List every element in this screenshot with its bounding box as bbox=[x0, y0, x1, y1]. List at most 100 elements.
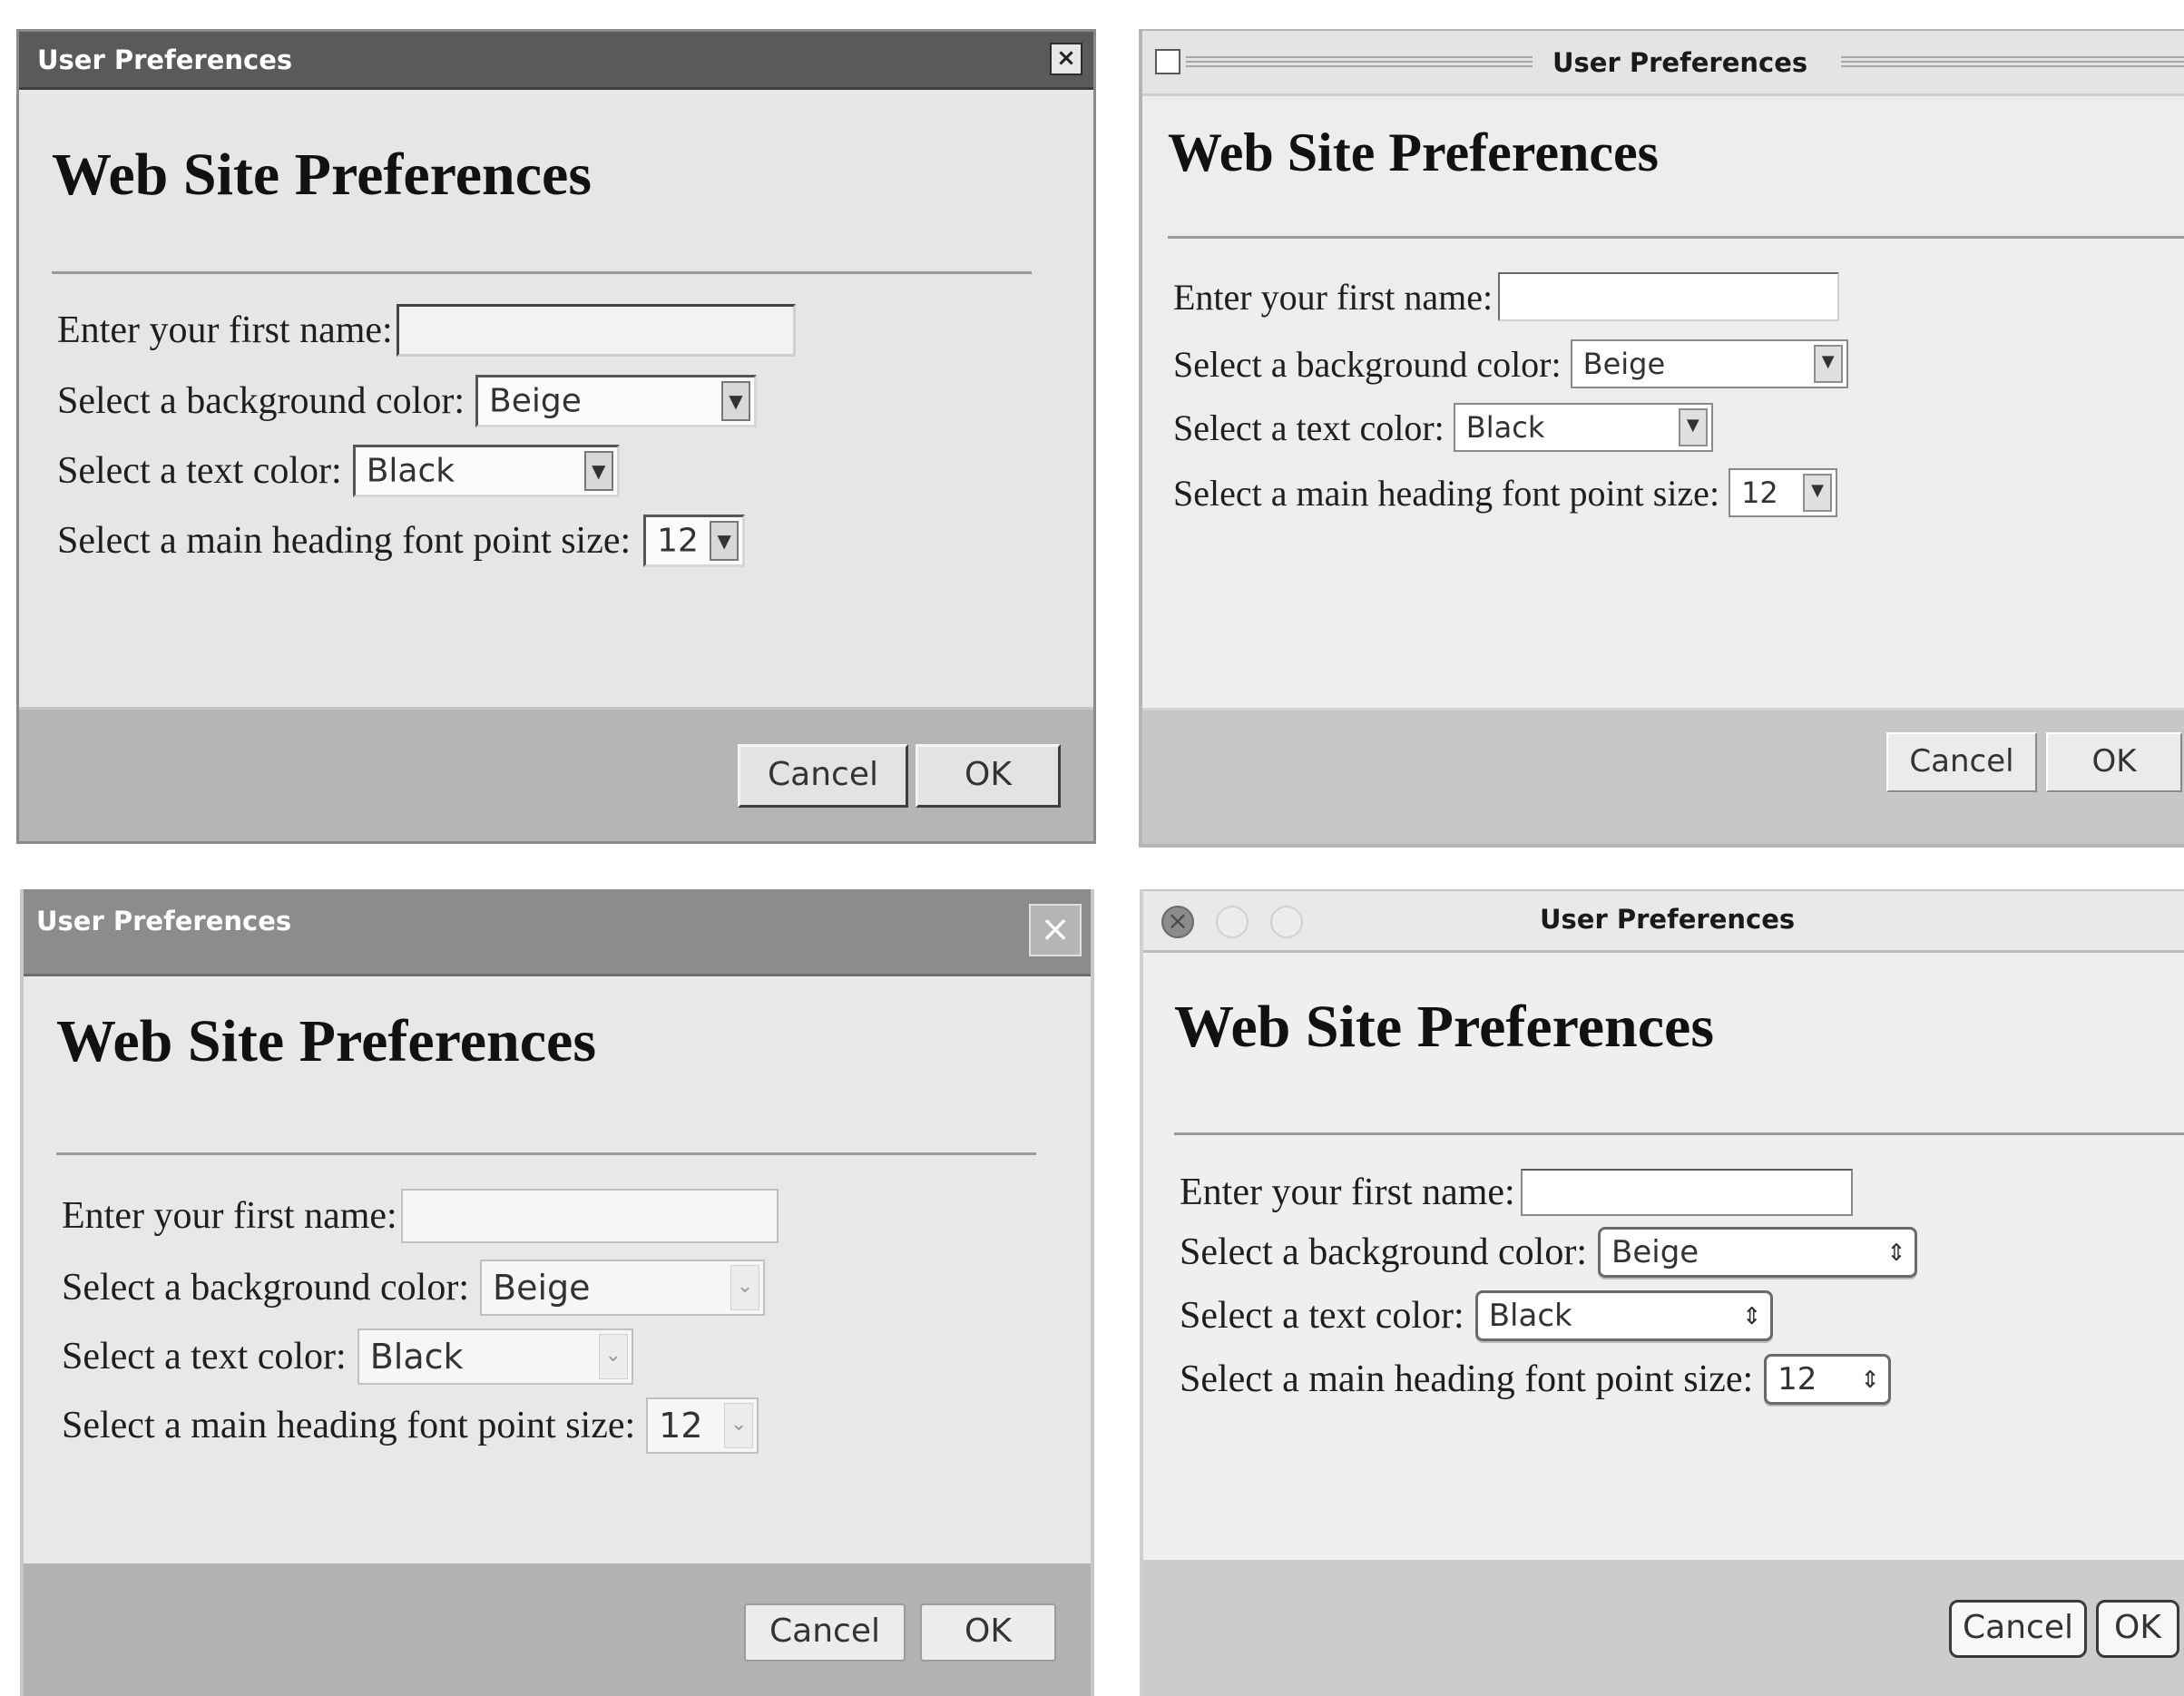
bg-color-row: Select a background color: Beige ⇕ bbox=[1180, 1227, 1917, 1278]
font-size-value: 12 bbox=[1741, 475, 1778, 510]
divider bbox=[52, 271, 1032, 274]
dropdown-arrow-icon[interactable]: ▼ bbox=[1813, 345, 1843, 383]
text-color-value: Black bbox=[1488, 1298, 1572, 1334]
text-color-label: Select a text color: bbox=[62, 1336, 347, 1377]
zoom-light-icon[interactable] bbox=[1270, 906, 1303, 938]
bg-color-row: Select a background color: Beige ⌄ bbox=[62, 1260, 765, 1316]
bg-color-label: Select a background color: bbox=[62, 1267, 469, 1309]
bg-color-select[interactable]: Beige ⌄ bbox=[480, 1260, 765, 1316]
text-color-row: Select a text color: Black ⇕ bbox=[1180, 1290, 1773, 1341]
ok-button[interactable]: OK bbox=[2096, 1600, 2179, 1658]
text-color-value: Black bbox=[369, 1337, 464, 1377]
bg-color-row: Select a background color: Beige ▼ bbox=[57, 375, 757, 427]
chevron-down-icon[interactable]: ⌄ bbox=[730, 1265, 759, 1310]
close-light-icon[interactable] bbox=[1161, 906, 1194, 938]
text-color-label: Select a text color: bbox=[1173, 407, 1445, 448]
font-size-label: Select a main heading font point size: bbox=[57, 520, 632, 562]
text-color-value: Black bbox=[366, 452, 455, 490]
window-title: User Preferences bbox=[36, 906, 292, 936]
dropdown-arrow-icon[interactable]: ▼ bbox=[710, 521, 739, 561]
dropdown-arrow-icon[interactable]: ▼ bbox=[583, 451, 613, 491]
divider bbox=[1168, 236, 2184, 239]
divider bbox=[1174, 1132, 2184, 1135]
bg-color-row: Select a background color: Beige ▼ bbox=[1173, 339, 1848, 388]
text-color-label: Select a text color: bbox=[57, 450, 342, 492]
font-size-select[interactable]: 12 ▼ bbox=[643, 515, 746, 567]
cancel-button[interactable]: Cancel bbox=[738, 744, 908, 808]
font-size-select[interactable]: 12 ⌄ bbox=[646, 1397, 759, 1454]
dropdown-arrow-icon[interactable]: ▼ bbox=[1803, 474, 1833, 512]
bg-color-label: Select a background color: bbox=[1173, 343, 1562, 385]
minimize-light-icon[interactable] bbox=[1216, 906, 1249, 938]
first-name-label: Enter your first name: bbox=[57, 309, 393, 351]
dropdown-arrow-icon[interactable]: ▼ bbox=[721, 381, 750, 421]
bg-color-label: Select a background color: bbox=[57, 380, 465, 422]
text-color-select[interactable]: Black ⇕ bbox=[1474, 1290, 1773, 1341]
title-stripes bbox=[1186, 56, 1540, 69]
window-menu-icon[interactable] bbox=[1155, 49, 1180, 74]
bg-color-select[interactable]: Beige ▼ bbox=[1570, 339, 1848, 388]
text-color-select[interactable]: Black ▼ bbox=[352, 445, 620, 497]
button-bar: Cancel OK bbox=[24, 1564, 1091, 1696]
font-size-label: Select a main heading font point size: bbox=[1173, 472, 1720, 514]
preferences-window-4: User Preferences Web Site Preferences En… bbox=[1140, 889, 2184, 1696]
first-name-input[interactable] bbox=[400, 1189, 779, 1243]
window-title: User Preferences bbox=[37, 44, 293, 75]
cancel-button[interactable]: Cancel bbox=[1949, 1600, 2087, 1658]
first-name-input[interactable] bbox=[1498, 272, 1840, 321]
first-name-input[interactable] bbox=[396, 304, 796, 357]
button-bar: Cancel OK bbox=[1142, 708, 2184, 844]
preferences-window-3: User Preferences × Web Site Preferences … bbox=[20, 889, 1094, 1696]
up-down-arrows-icon[interactable]: ⇕ bbox=[1738, 1297, 1767, 1335]
window-title: User Preferences bbox=[1540, 904, 1796, 935]
cancel-button[interactable]: Cancel bbox=[744, 1603, 906, 1662]
first-name-input[interactable] bbox=[1520, 1169, 1853, 1216]
font-size-select[interactable]: 12 ⇕ bbox=[1764, 1354, 1892, 1405]
button-bar: Cancel OK bbox=[1143, 1560, 2184, 1696]
cancel-button[interactable]: Cancel bbox=[1886, 732, 2037, 792]
first-name-label: Enter your first name: bbox=[62, 1195, 397, 1237]
title-bar: User Preferences bbox=[1142, 31, 2184, 96]
first-name-row: Enter your first name: bbox=[62, 1189, 779, 1243]
dropdown-arrow-icon[interactable]: ▼ bbox=[1678, 408, 1708, 446]
first-name-row: Enter your first name: bbox=[1180, 1169, 1853, 1216]
first-name-label: Enter your first name: bbox=[1173, 276, 1494, 318]
ok-button[interactable]: OK bbox=[2046, 732, 2182, 792]
ok-button[interactable]: OK bbox=[916, 744, 1061, 808]
text-color-select[interactable]: Black ▼ bbox=[1453, 403, 1713, 452]
up-down-arrows-icon[interactable]: ⇕ bbox=[1856, 1360, 1885, 1398]
font-size-select[interactable]: 12 ▼ bbox=[1729, 468, 1838, 517]
chevron-down-icon[interactable]: ⌄ bbox=[598, 1334, 628, 1379]
font-size-row: Select a main heading font point size: 1… bbox=[1173, 468, 1838, 517]
up-down-arrows-icon[interactable]: ⇕ bbox=[1882, 1233, 1911, 1271]
font-size-value: 12 bbox=[657, 522, 699, 560]
text-color-row: Select a text color: Black ⌄ bbox=[62, 1328, 633, 1385]
first-name-row: Enter your first name: bbox=[57, 304, 796, 357]
ok-button[interactable]: OK bbox=[920, 1603, 1056, 1662]
text-color-value: Black bbox=[1465, 410, 1545, 445]
text-color-row: Select a text color: Black ▼ bbox=[1173, 403, 1713, 452]
divider bbox=[56, 1152, 1036, 1155]
preferences-window-2: User Preferences Web Site Preferences En… bbox=[1139, 29, 2184, 848]
font-size-row: Select a main heading font point size: 1… bbox=[62, 1397, 759, 1454]
font-size-row: Select a main heading font point size: 1… bbox=[1180, 1354, 1892, 1405]
font-size-label: Select a main heading font point size: bbox=[62, 1405, 636, 1446]
title-bar: User Preferences × bbox=[24, 889, 1091, 976]
text-color-label: Select a text color: bbox=[1180, 1295, 1464, 1337]
bg-color-value: Beige bbox=[1611, 1234, 1699, 1270]
page-heading: Web Site Preferences bbox=[1174, 994, 1715, 1060]
bg-color-label: Select a background color: bbox=[1180, 1231, 1587, 1273]
bg-color-select[interactable]: Beige ⇕ bbox=[1598, 1227, 1917, 1278]
title-stripes bbox=[1841, 56, 2184, 69]
close-icon[interactable]: × bbox=[1050, 43, 1082, 75]
bg-color-value: Beige bbox=[489, 382, 582, 420]
title-bar: User Preferences bbox=[1143, 891, 2184, 953]
chevron-down-icon[interactable]: ⌄ bbox=[724, 1403, 754, 1448]
bg-color-value: Beige bbox=[493, 1268, 591, 1308]
text-color-select[interactable]: Black ⌄ bbox=[357, 1328, 633, 1385]
close-icon[interactable]: × bbox=[1029, 904, 1082, 956]
bg-color-value: Beige bbox=[1582, 347, 1666, 381]
bg-color-select[interactable]: Beige ▼ bbox=[475, 375, 757, 427]
button-bar: Cancel OK bbox=[19, 707, 1093, 841]
first-name-label: Enter your first name: bbox=[1180, 1172, 1515, 1213]
